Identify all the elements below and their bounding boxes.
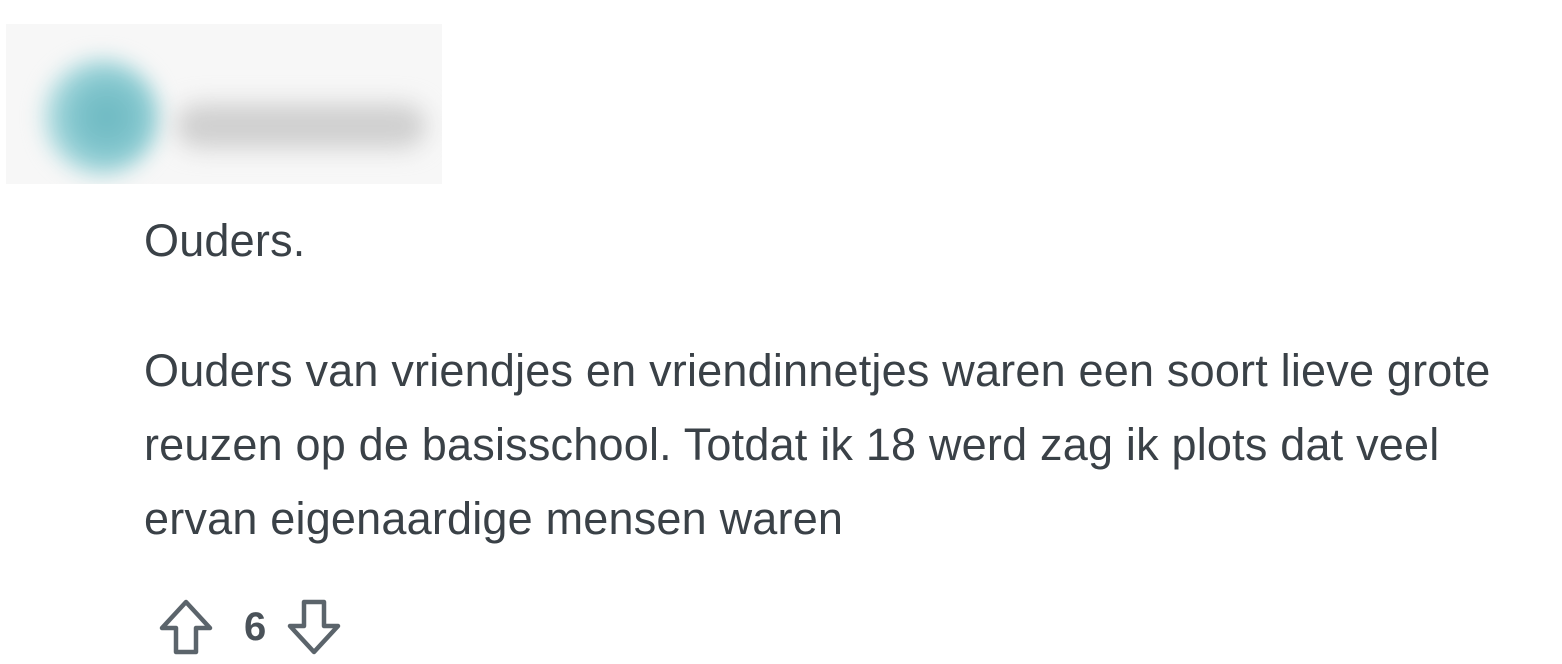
downvote-button[interactable] <box>284 596 344 658</box>
comment-body: Ouders. Ouders van vriendjes en vriendin… <box>144 204 1556 556</box>
vote-bar: 6 <box>156 596 344 658</box>
username-redacted[interactable] <box>176 104 426 148</box>
comment: Ouders. Ouders van vriendjes en vriendin… <box>0 0 1562 664</box>
upvote-button[interactable] <box>156 596 216 658</box>
vote-count: 6 <box>244 605 267 649</box>
avatar[interactable] <box>42 58 160 176</box>
author-header-redacted <box>6 24 442 184</box>
arrow-up-outline-icon <box>158 598 214 656</box>
arrow-down-outline-icon <box>286 598 342 656</box>
comment-paragraph: Ouders van vriendjes en vriendinnetjes w… <box>144 345 1491 544</box>
comment-paragraph: Ouders. <box>144 215 306 266</box>
